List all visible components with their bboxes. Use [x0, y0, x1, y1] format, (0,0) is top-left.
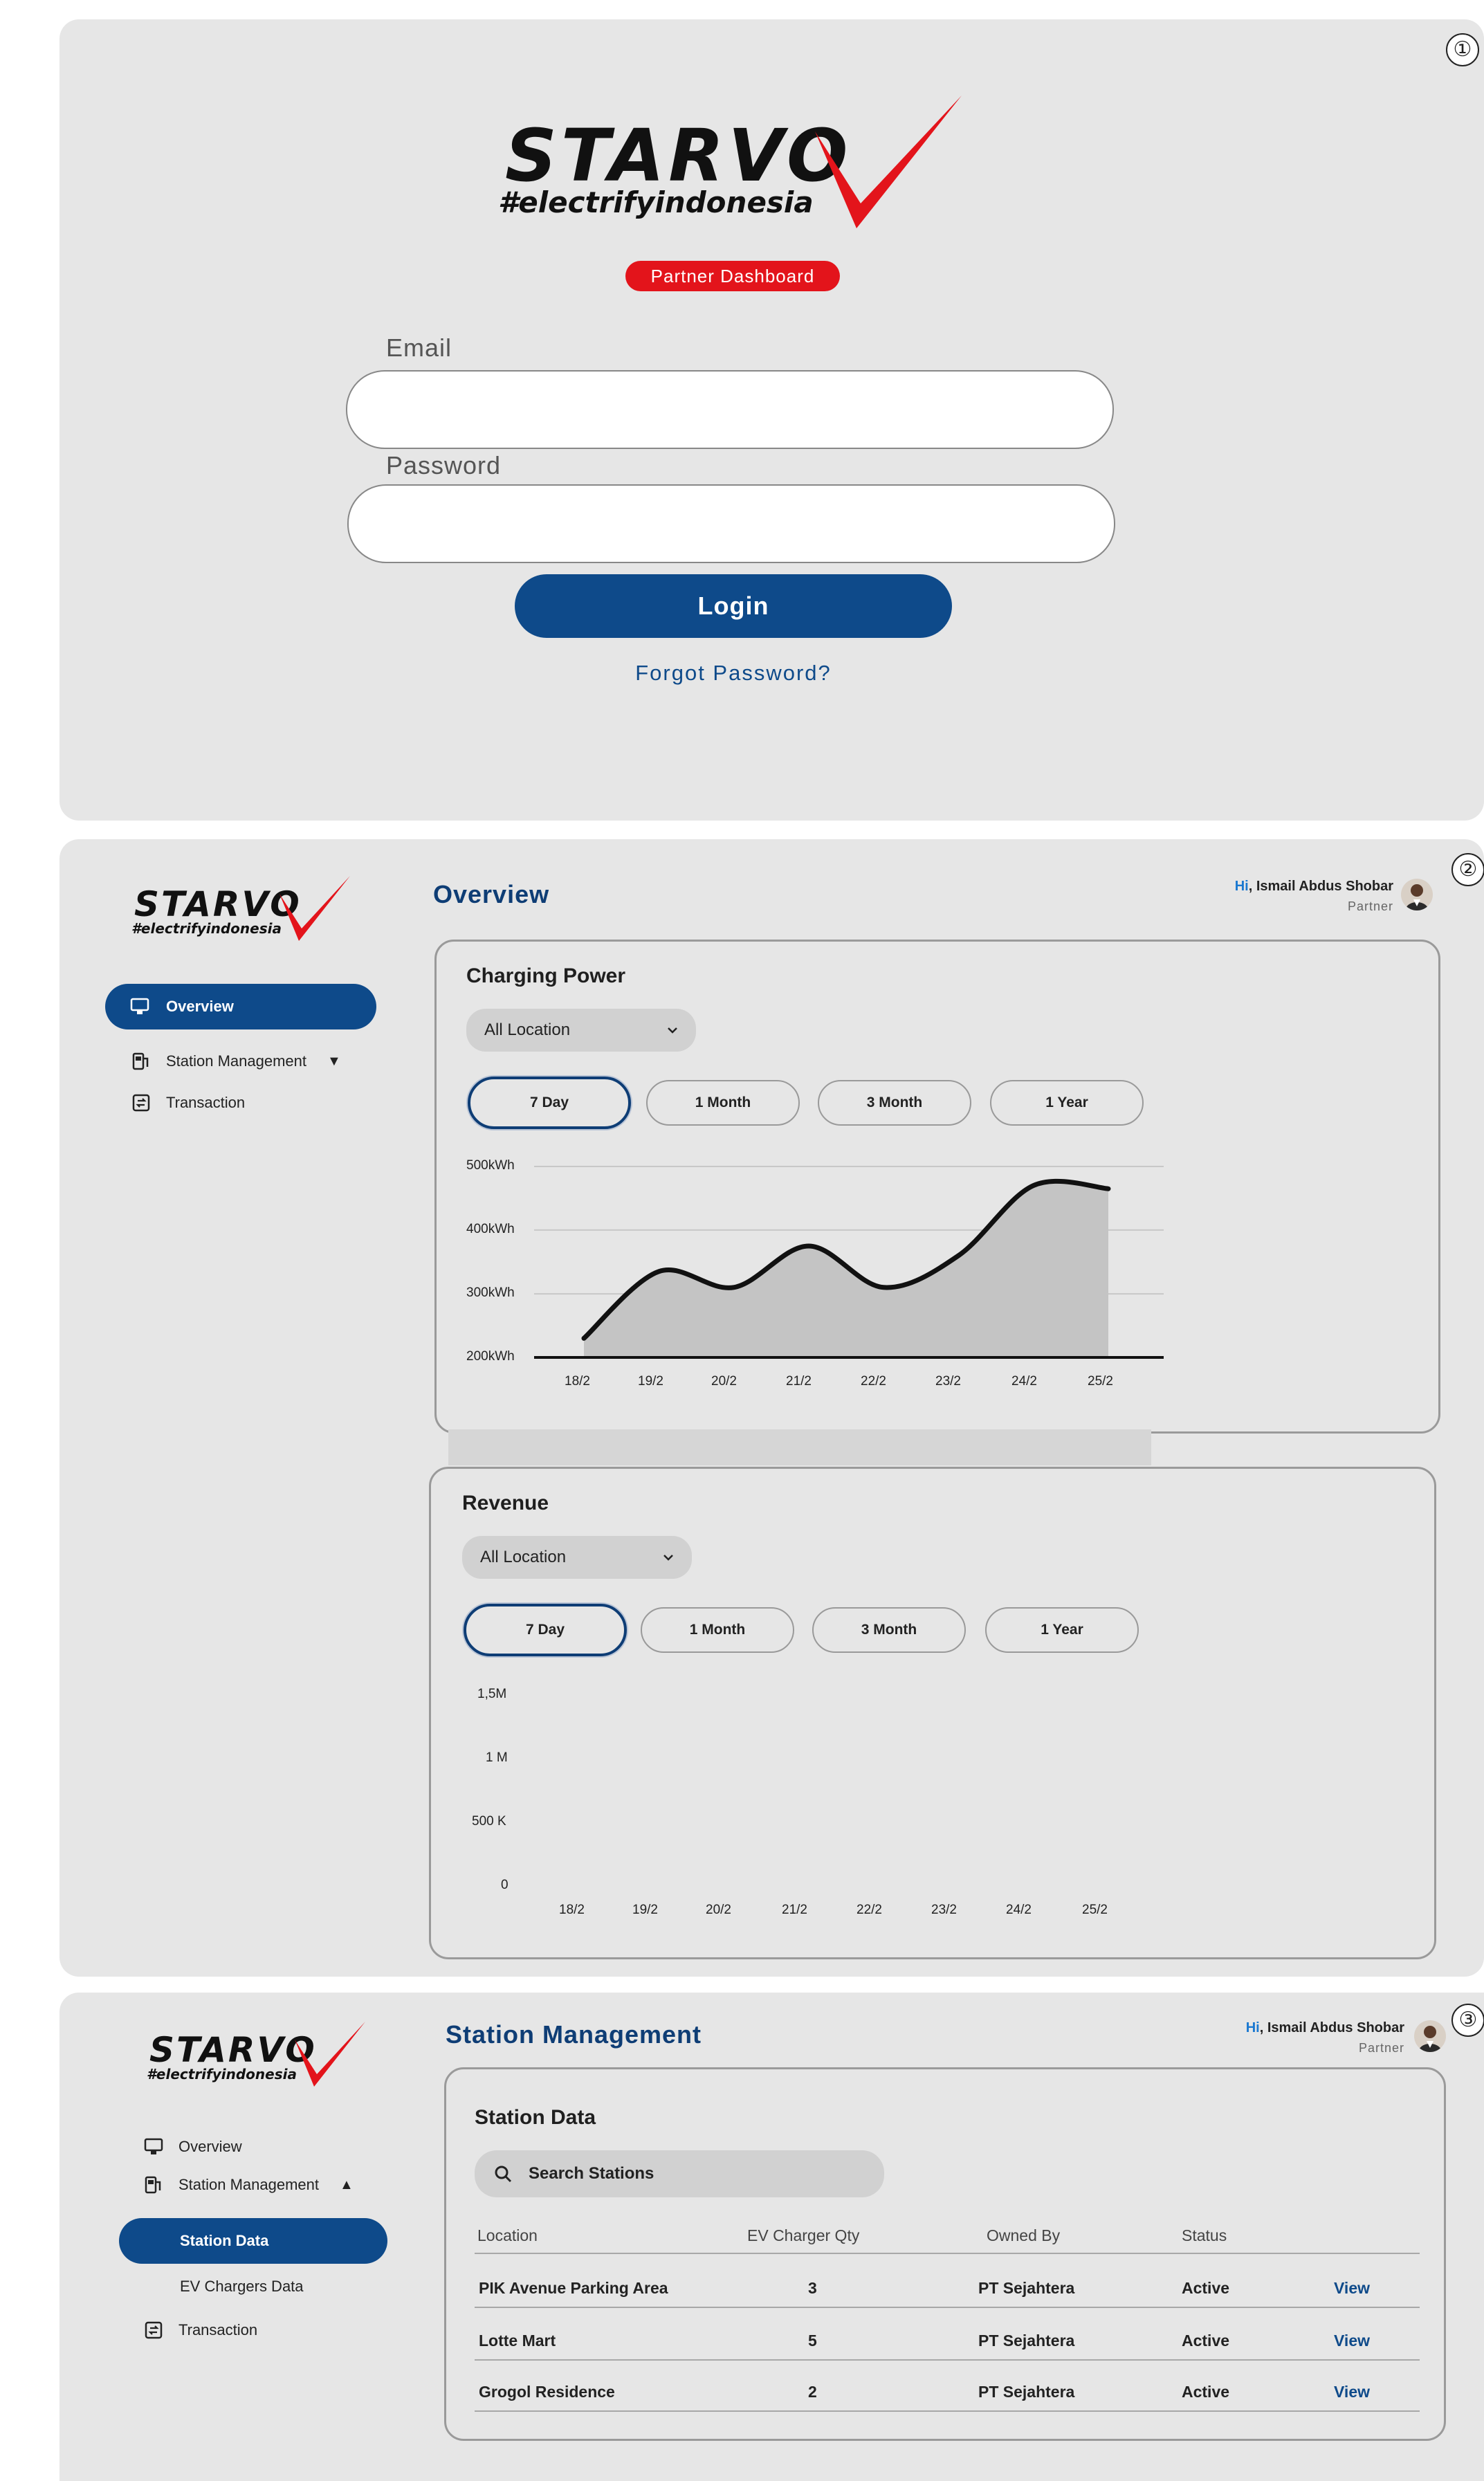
x-tick-label: 22/2 — [861, 1374, 886, 1389]
sidebar-logo: STARVO #electrifyindonesia — [147, 2019, 368, 2095]
sidebar-item-station-data[interactable]: Station Data — [119, 2218, 387, 2264]
cell-owner: PT Sejahtera — [978, 2279, 1075, 2297]
range-1-year[interactable]: 1 Year — [985, 1607, 1139, 1653]
range-3-month[interactable]: 3 Month — [812, 1607, 966, 1653]
page-title: Station Management — [446, 2020, 702, 2049]
sidebar-item-ev-chargers-data[interactable]: EV Chargers Data — [180, 2278, 304, 2296]
sidebar-item-label: EV Chargers Data — [180, 2278, 304, 2295]
column-header-status: Status — [1182, 2226, 1227, 2244]
station-data-title: Station Data — [475, 2106, 596, 2129]
transaction-icon — [145, 2321, 163, 2339]
chevron-down-icon — [663, 1555, 673, 1561]
x-tick-label: 19/2 — [638, 1374, 663, 1389]
x-tick-label: 25/2 — [1088, 1374, 1113, 1389]
cell-qty: 2 — [808, 2383, 817, 2401]
column-header-owned-by: Owned By — [987, 2226, 1061, 2244]
x-tick-label: 25/2 — [1082, 1903, 1108, 1917]
user-greeting: Hi, Ismail Abdus Shobar — [1118, 2020, 1404, 2036]
x-tick-label: 19/2 — [632, 1903, 658, 1917]
user-avatar-icon — [1418, 2026, 1442, 2052]
search-placeholder: Search Stations — [529, 2164, 654, 2183]
y-tick-label: 500 K — [472, 1814, 506, 1829]
charging-station-icon — [145, 2176, 161, 2194]
range-7-day[interactable]: 7 Day — [464, 1604, 627, 1656]
x-tick-label: 24/2 — [1006, 1903, 1032, 1917]
cell-owner: PT Sejahtera — [978, 2332, 1075, 2350]
x-tick-label: 24/2 — [1011, 1374, 1037, 1389]
column-header-location: Location — [477, 2226, 538, 2244]
x-tick-label: 23/2 — [931, 1903, 957, 1917]
revenue-title: Revenue — [462, 1492, 549, 1514]
cell-status: Active — [1182, 2279, 1230, 2297]
sidebar-item-label: Overview — [178, 2138, 242, 2155]
logo-checkmark-icon — [295, 2022, 365, 2087]
x-tick-label: 23/2 — [935, 1374, 961, 1389]
cell-location: Grogol Residence — [479, 2383, 615, 2401]
table-divider — [475, 2253, 1420, 2254]
user-role: Partner — [1358, 2041, 1404, 2055]
sidebar-item-overview[interactable]: Overview — [144, 2138, 242, 2156]
select-value: All Location — [480, 1548, 567, 1566]
revenue-location-select[interactable]: All Location — [462, 1536, 692, 1579]
cell-status: Active — [1182, 2383, 1230, 2401]
search-icon — [495, 2166, 512, 2183]
x-tick-label: 20/2 — [711, 1374, 737, 1389]
greeting-hi: Hi — [1245, 2020, 1260, 2035]
view-link[interactable]: View — [1334, 2279, 1370, 2298]
user-name: , Ismail Abdus Shobar — [1259, 2020, 1404, 2035]
chevron-up-icon: ▲ — [340, 2177, 354, 2192]
cell-status: Active — [1182, 2332, 1230, 2350]
card-divider-shadow — [448, 1429, 1151, 1465]
cell-qty: 3 — [808, 2279, 817, 2297]
x-tick-label: 20/2 — [706, 1903, 731, 1917]
step-number-3: ③ — [1451, 2004, 1484, 2037]
y-tick-label: 1,5M — [477, 1687, 507, 1701]
column-header-ev-charger-qty: EV Charger Qty — [747, 2226, 860, 2244]
cell-owner: PT Sejahtera — [978, 2383, 1075, 2401]
x-tick-label: 21/2 — [786, 1374, 812, 1389]
sidebar-item-label: Station Management — [178, 2176, 320, 2193]
sidebar-item-station-management[interactable]: Station Management ▲ — [144, 2175, 354, 2195]
sidebar-item-label: Transaction — [178, 2321, 258, 2338]
avatar[interactable] — [1414, 2020, 1446, 2052]
monitor-icon — [144, 2138, 163, 2154]
search-stations[interactable]: Search Stations — [475, 2150, 884, 2197]
sidebar-item-transaction[interactable]: Transaction — [144, 2320, 257, 2340]
cell-location: PIK Avenue Parking Area — [479, 2279, 668, 2297]
table-divider — [475, 2307, 1420, 2308]
cell-location: Lotte Mart — [479, 2332, 556, 2350]
view-link[interactable]: View — [1334, 2332, 1370, 2350]
table-divider — [475, 2410, 1420, 2412]
table-divider — [475, 2359, 1420, 2361]
y-tick-label: 1 M — [486, 1750, 508, 1765]
logo-tagline: #electrifyindonesia — [147, 2066, 297, 2082]
x-tick-label: 22/2 — [856, 1903, 882, 1917]
x-tick-label: 21/2 — [782, 1903, 807, 1917]
y-tick-label: 0 — [501, 1878, 509, 1892]
x-tick-label: 18/2 — [565, 1374, 590, 1389]
cell-qty: 5 — [808, 2332, 817, 2350]
x-tick-label: 18/2 — [559, 1903, 585, 1917]
view-link[interactable]: View — [1334, 2383, 1370, 2401]
range-1-month[interactable]: 1 Month — [641, 1607, 794, 1653]
sidebar-item-label: Station Data — [180, 2232, 269, 2249]
